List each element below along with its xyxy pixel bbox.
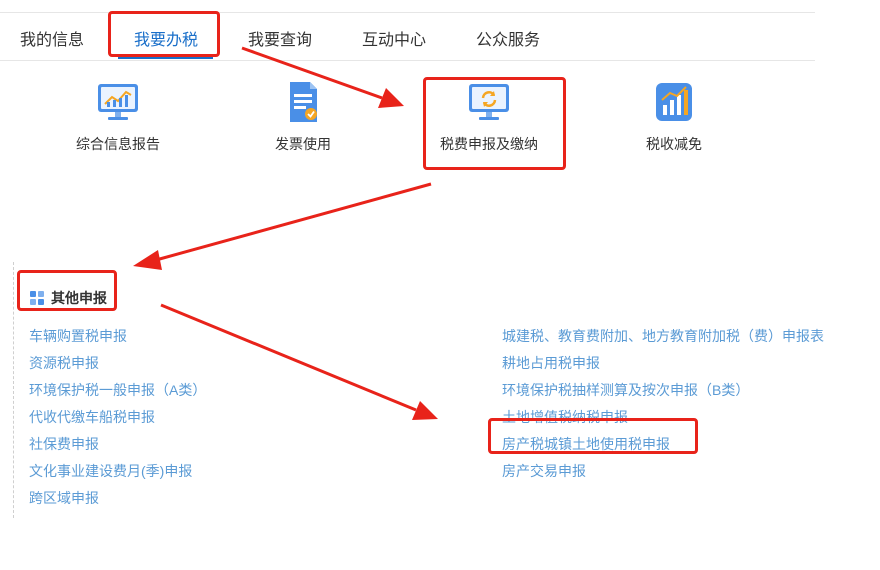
annotation-arrows — [133, 46, 438, 420]
arrow-head-2 — [133, 250, 162, 270]
arrow-head-3 — [412, 401, 438, 420]
arrow-line-1 — [241, 46, 383, 100]
arrow-line-2 — [155, 182, 432, 262]
arrow-line-3 — [160, 303, 417, 412]
